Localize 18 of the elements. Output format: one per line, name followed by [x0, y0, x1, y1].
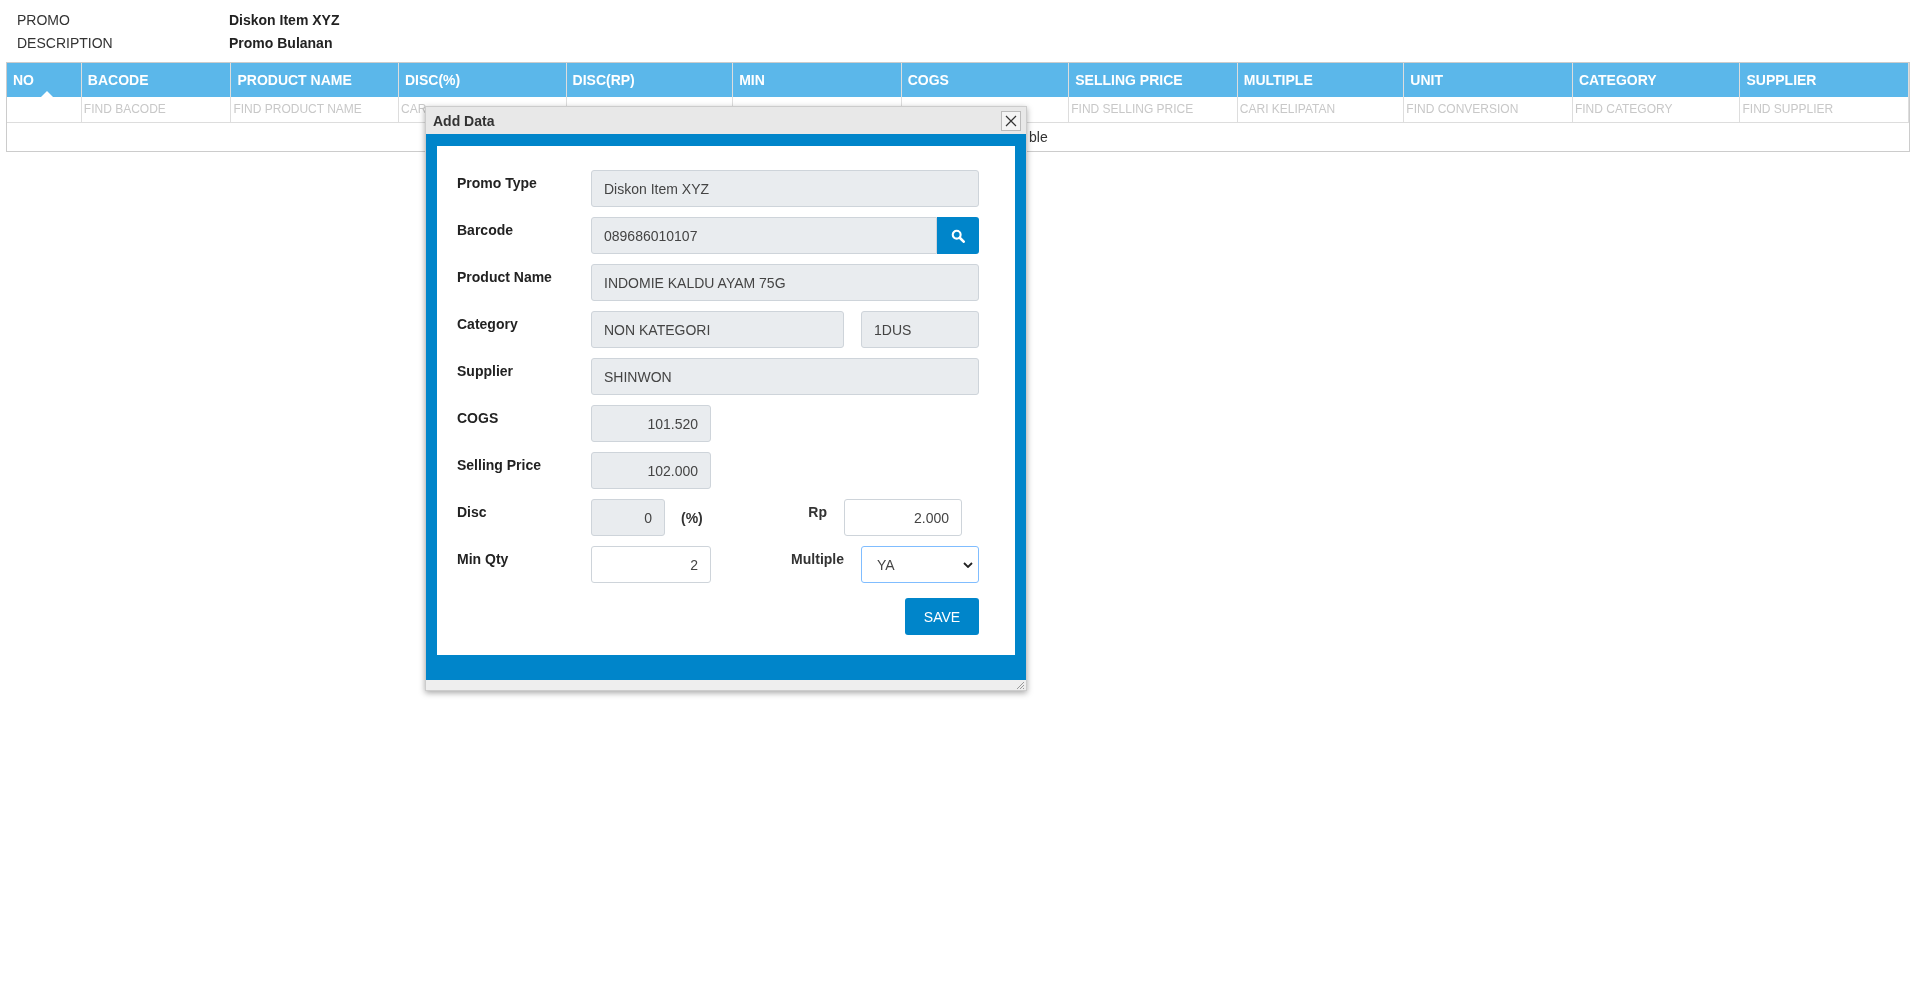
field-label: Supplier	[457, 362, 514, 379]
info-label: PROMO	[17, 12, 71, 28]
info-value: Diskon Item XYZ	[229, 12, 340, 28]
info-label: DESCRIPTION	[17, 35, 114, 51]
field-label: Selling Price	[457, 456, 543, 473]
field-label: Multiple	[790, 550, 845, 567]
field-label: Rp	[807, 503, 828, 520]
dialog-title: Add Data	[433, 112, 495, 129]
field-label: Min Qty	[457, 550, 510, 567]
field-label: Disc	[457, 503, 488, 520]
field-label: Category	[457, 315, 519, 332]
field-label: Promo Type	[457, 174, 538, 191]
empty-table-message: ble	[1029, 129, 1048, 145]
field-label: Barcode	[457, 221, 515, 238]
field-label: COGS	[457, 409, 500, 426]
field-label: Product Name	[457, 268, 553, 285]
percent-unit: (%)	[681, 509, 704, 526]
info-value: Promo Bulanan	[229, 35, 334, 51]
